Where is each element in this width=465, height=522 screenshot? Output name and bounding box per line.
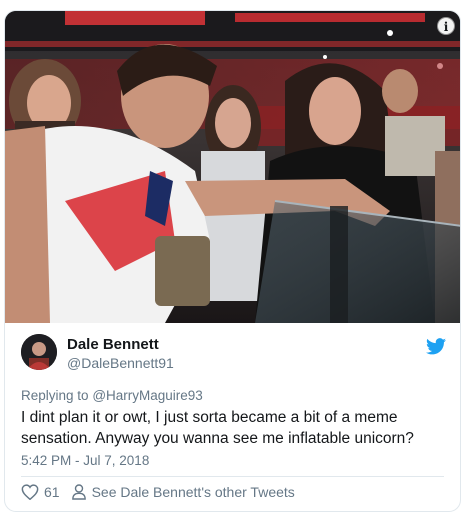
tweet-timestamp[interactable]: 5:42 PM - Jul 7, 2018 <box>21 453 149 468</box>
other-tweets-label: See Dale Bennett's other Tweets <box>91 484 295 500</box>
heart-icon <box>21 484 39 500</box>
tweet-photo[interactable]: i <box>5 11 460 323</box>
info-icon[interactable]: i <box>437 17 455 35</box>
tweet-actions: 61 See Dale Bennett's other Tweets <box>21 481 295 503</box>
other-tweets-link[interactable]: See Dale Bennett's other Tweets <box>71 484 295 500</box>
like-count: 61 <box>44 484 60 500</box>
tweet-author: Dale Bennett @DaleBennett91 <box>21 334 446 374</box>
avatar[interactable] <box>21 334 57 370</box>
author-handle[interactable]: @DaleBennett91 <box>67 355 174 371</box>
stadium-photo-illustration <box>5 11 460 323</box>
like-button[interactable]: 61 <box>21 484 60 500</box>
divider <box>21 476 444 477</box>
twitter-bird-icon[interactable] <box>426 338 446 355</box>
reply-prefix: Replying to <box>21 388 89 403</box>
person-icon <box>71 484 86 500</box>
tweet-card: i Dale Bennett @DaleBennett91 Replying t… <box>4 10 461 512</box>
avatar-image <box>21 334 57 370</box>
reply-context: Replying to @HarryMaguire93 <box>21 388 203 403</box>
tweet-text: I dint plan it or owt, I just sorta beca… <box>21 409 414 447</box>
reply-handle-link[interactable]: @HarryMaguire93 <box>92 388 203 403</box>
author-name[interactable]: Dale Bennett <box>67 336 159 353</box>
